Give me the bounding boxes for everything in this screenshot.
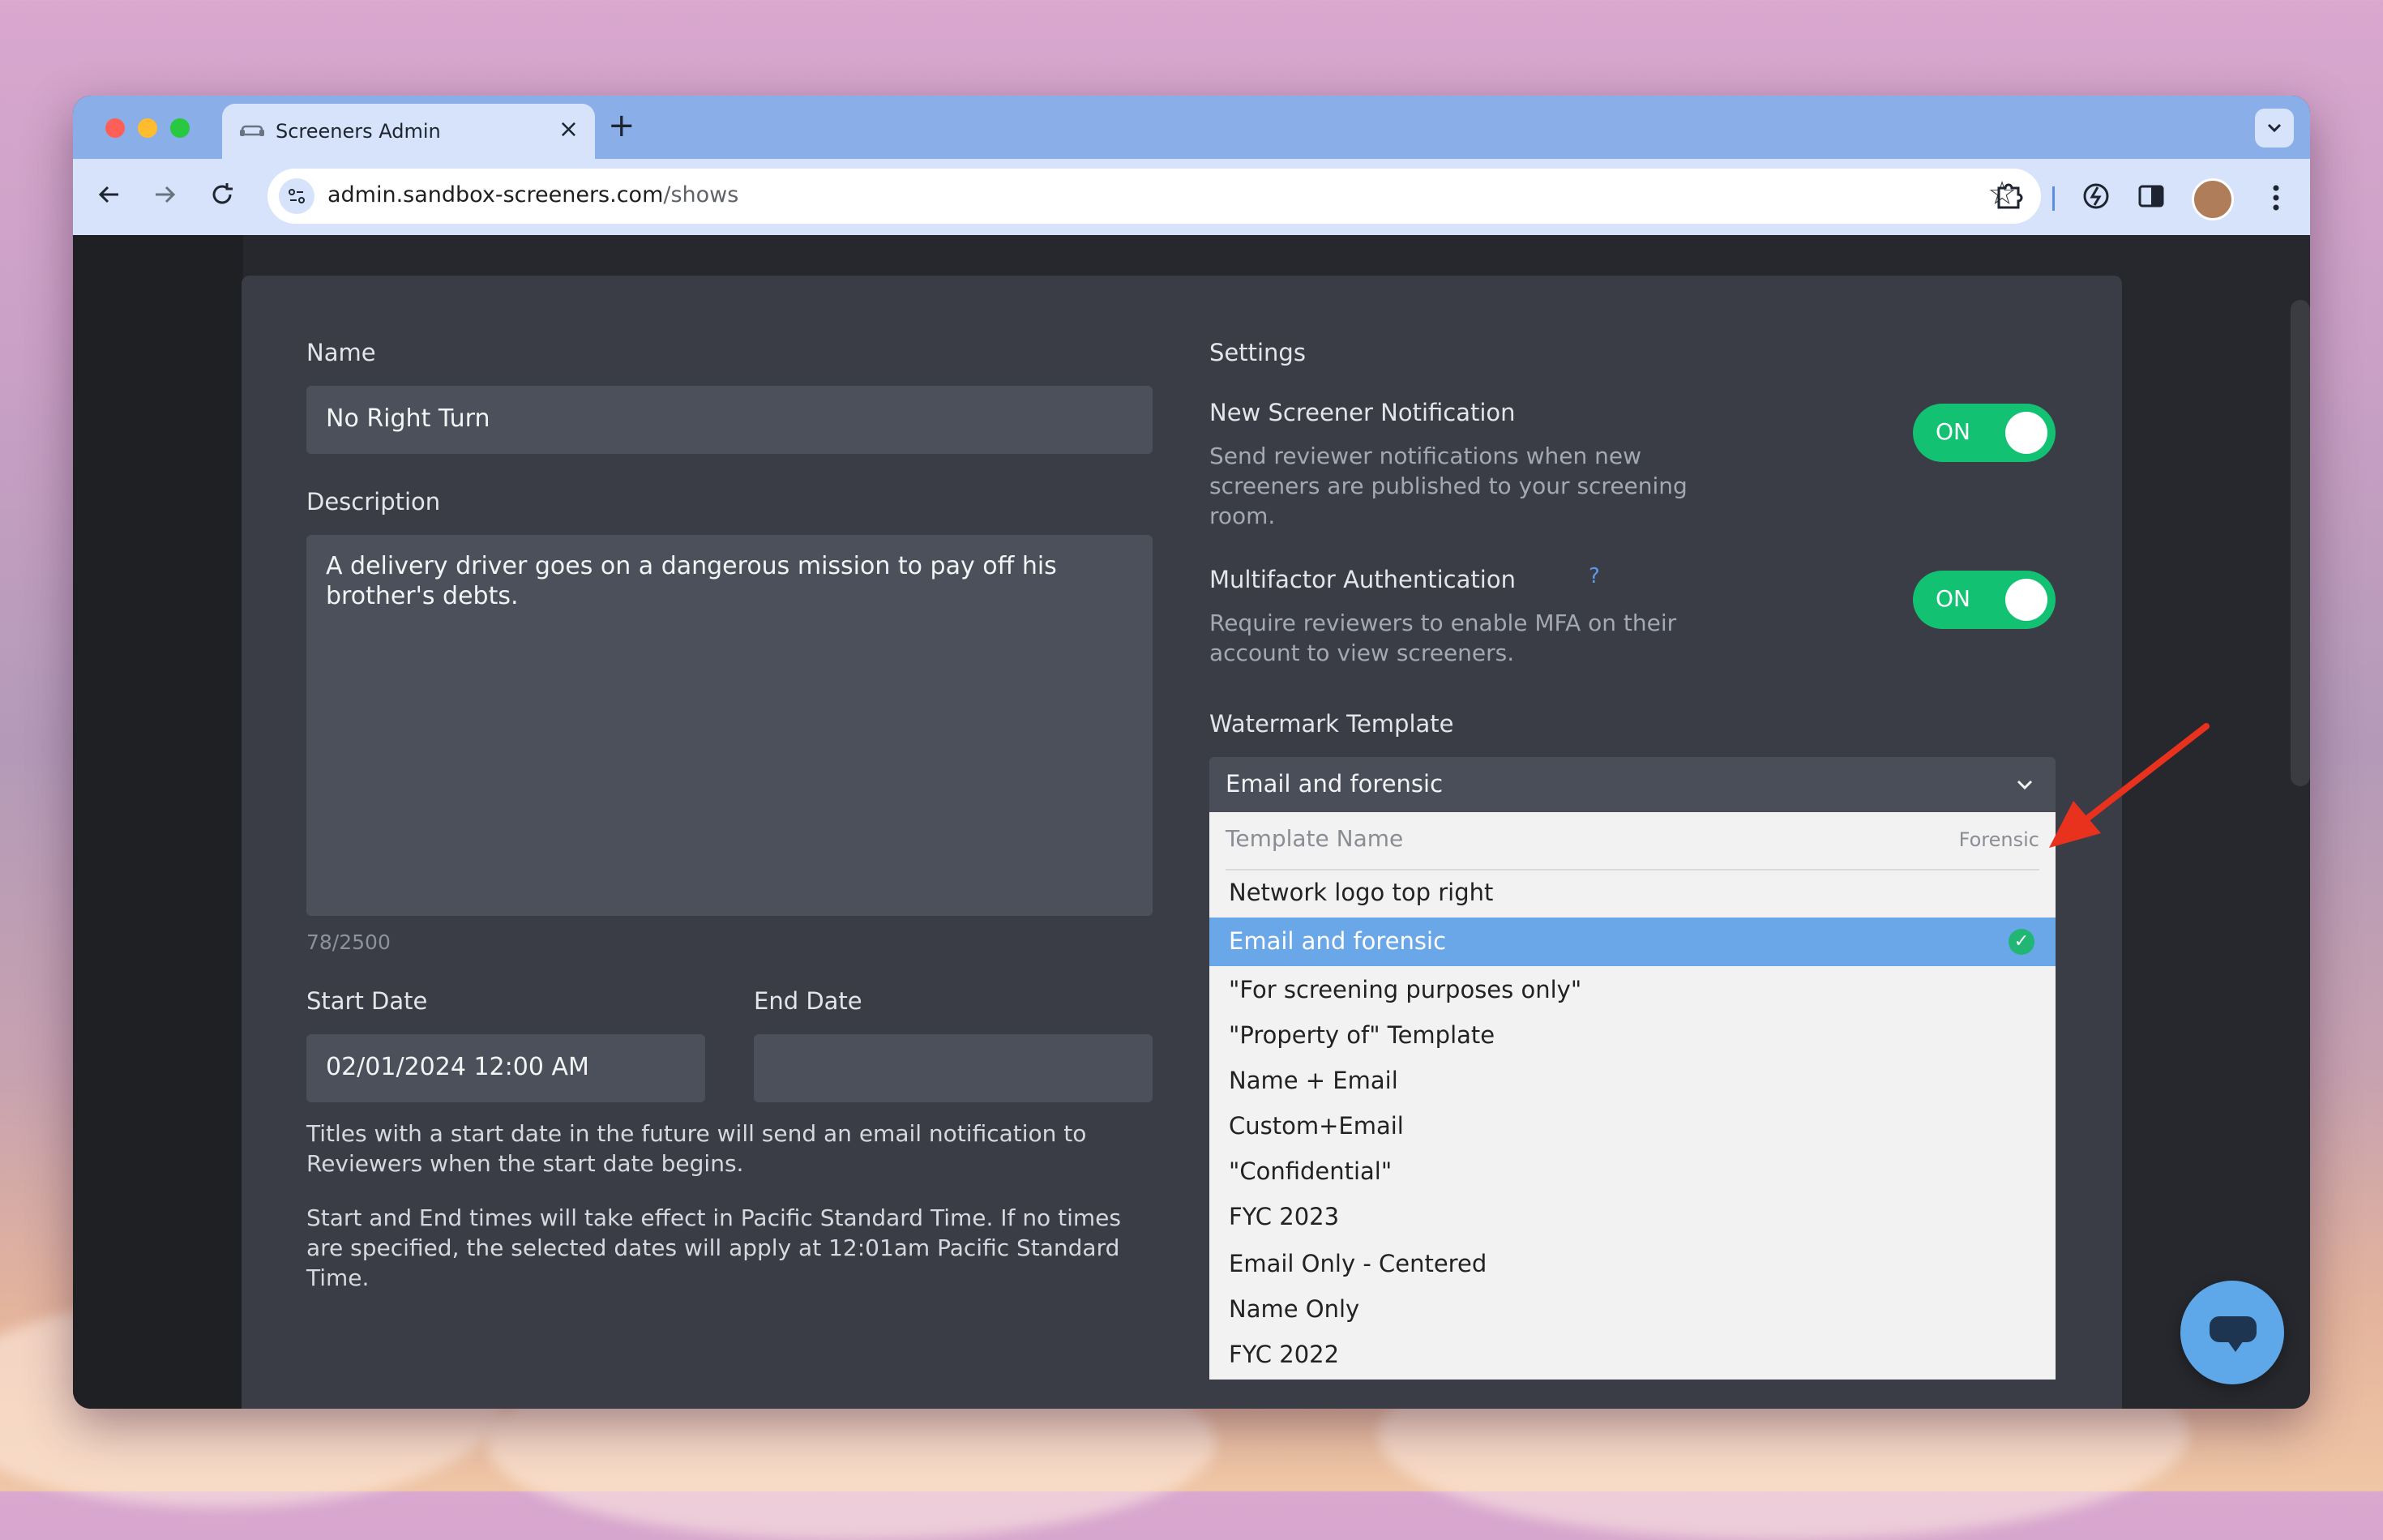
tab-title: Screeners Admin (276, 120, 441, 143)
toolbar-divider (2052, 186, 2055, 211)
toggle-knob (2005, 412, 2047, 454)
show-edit-modal: Name No Right Turn Description A deliver… (242, 276, 2122, 1409)
annotation-arrow-icon (2049, 723, 2210, 848)
dropdown-option[interactable]: Email Only - Centered (1209, 1242, 2056, 1287)
description-textarea[interactable]: A delivery driver goes on a dangerous mi… (306, 535, 1153, 916)
option-label: Network logo top right (1229, 879, 1494, 906)
option-label: FYC 2023 (1229, 1203, 1340, 1230)
mfa-help-icon[interactable]: ? (1589, 564, 1600, 588)
dimmed-sidebar (73, 235, 243, 1409)
description-label: Description (306, 488, 441, 515)
end-date-input[interactable] (754, 1034, 1153, 1102)
dropdown-option[interactable]: "Property of" Template (1209, 1013, 2056, 1059)
start-date-help-text: Titles with a start date in the future w… (306, 1120, 1087, 1177)
close-window-button[interactable] (105, 118, 125, 138)
dropdown-option[interactable]: Name Only (1209, 1287, 2056, 1333)
page-content: Name No Right Turn Description A deliver… (73, 235, 2310, 1409)
mfa-setting-description: Require reviewers to enable MFA on their… (1209, 610, 1677, 666)
notification-setting-description: Send reviewer notifications when new scr… (1209, 443, 1688, 529)
url-host: admin.sandbox-screeners.com (327, 182, 664, 207)
start-date-input[interactable]: 02/01/2024 12:00 AM (306, 1034, 705, 1102)
watermark-template-select[interactable]: Email and forensic (1209, 757, 2056, 812)
page-scrollbar[interactable] (2291, 300, 2310, 786)
option-label: "Confidential" (1229, 1157, 1393, 1185)
url-path: /shows (663, 182, 739, 207)
forward-arrow-icon[interactable] (152, 182, 178, 207)
watermark-template-dropdown: Template Name Forensic Network logo top … (1209, 812, 2056, 1380)
dropdown-option[interactable]: "Confidential" (1209, 1149, 2056, 1195)
option-label: Custom+Email (1229, 1112, 1404, 1140)
mfa-setting-title: Multifactor Authentication (1209, 566, 1516, 593)
description-value: A delivery driver goes on a dangerous mi… (326, 552, 1057, 610)
minimize-window-button[interactable] (138, 118, 157, 138)
check-circle-icon: ✓ (2009, 929, 2034, 955)
chat-bubble-icon (2210, 1316, 2257, 1342)
settings-heading: Settings (1209, 339, 1306, 366)
dropdown-header-template-name: Template Name (1226, 825, 1404, 852)
timezone-help-text: Start and End times will take effect in … (306, 1204, 1121, 1291)
watermark-template-label: Watermark Template (1209, 710, 1454, 738)
notification-setting-title: New Screener Notification (1209, 399, 1516, 426)
dropdown-option[interactable]: FYC 2023 (1209, 1195, 2056, 1240)
browser-toolbar: admin.sandbox-screeners.com/shows ☆ (73, 159, 2310, 235)
end-date-label: End Date (754, 987, 862, 1015)
start-date-value: 02/01/2024 12:00 AM (326, 1053, 589, 1081)
option-label: "Property of" Template (1229, 1021, 1495, 1049)
back-arrow-icon[interactable] (96, 182, 122, 207)
name-input-value: No Right Turn (326, 404, 490, 433)
name-input[interactable]: No Right Turn (306, 386, 1153, 454)
dropdown-option[interactable]: Custom+Email (1209, 1104, 2056, 1149)
profile-avatar[interactable] (2192, 178, 2234, 220)
extension-bolt-icon[interactable] (2080, 180, 2112, 212)
side-panel-icon[interactable] (2137, 182, 2166, 211)
description-char-count: 78/2500 (306, 930, 391, 954)
option-label: FYC 2022 (1229, 1341, 1340, 1368)
tab-search-button[interactable] (2255, 109, 2294, 148)
chevron-down-icon (2267, 123, 2282, 133)
mfa-toggle[interactable]: ON (1913, 571, 2056, 629)
dropdown-option-selected[interactable]: Email and forensic ✓ (1209, 918, 2056, 966)
reload-icon[interactable] (209, 182, 235, 207)
watermark-selected-value: Email and forensic (1226, 770, 1444, 798)
chat-tail (2227, 1341, 2244, 1352)
notification-toggle[interactable]: ON (1913, 404, 2056, 462)
site-settings-icon[interactable] (279, 178, 314, 214)
tab-screeners-admin[interactable]: Screeners Admin × (222, 104, 595, 159)
browser-window: Screeners Admin × + admin.sandbox-screen… (73, 96, 2310, 1409)
option-label: Name Only (1229, 1295, 1360, 1323)
url-text[interactable]: admin.sandbox-screeners.com/shows (327, 182, 738, 207)
option-label: "For screening purposes only" (1229, 976, 1582, 1003)
option-label: Email Only - Centered (1229, 1250, 1487, 1277)
new-tab-button[interactable]: + (608, 107, 635, 144)
mfa-toggle-label: ON (1936, 585, 1970, 612)
extensions-puzzle-icon[interactable] (1992, 178, 2026, 212)
zoom-window-button[interactable] (170, 118, 190, 138)
tab-bar: Screeners Admin × + (73, 96, 2310, 159)
tab-close-icon[interactable]: × (558, 115, 579, 143)
name-label: Name (306, 339, 376, 366)
option-label: Name + Email (1229, 1067, 1398, 1094)
chat-widget-button[interactable] (2180, 1281, 2284, 1384)
couch-icon (240, 125, 264, 136)
toggle-knob (2005, 579, 2047, 621)
address-bar[interactable]: admin.sandbox-screeners.com/shows ☆ (267, 169, 2041, 224)
option-label: Email and forensic (1229, 927, 1447, 955)
dropdown-option[interactable]: Name + Email (1209, 1059, 2056, 1104)
notification-toggle-label: ON (1936, 418, 1970, 445)
dropdown-option[interactable]: FYC 2022 (1209, 1333, 2056, 1378)
dropdown-option[interactable]: "For screening purposes only" (1209, 968, 2056, 1013)
more-menu-icon[interactable] (2271, 183, 2281, 212)
start-date-label: Start Date (306, 987, 428, 1015)
dropdown-option[interactable]: Network logo top right (1209, 871, 2056, 916)
